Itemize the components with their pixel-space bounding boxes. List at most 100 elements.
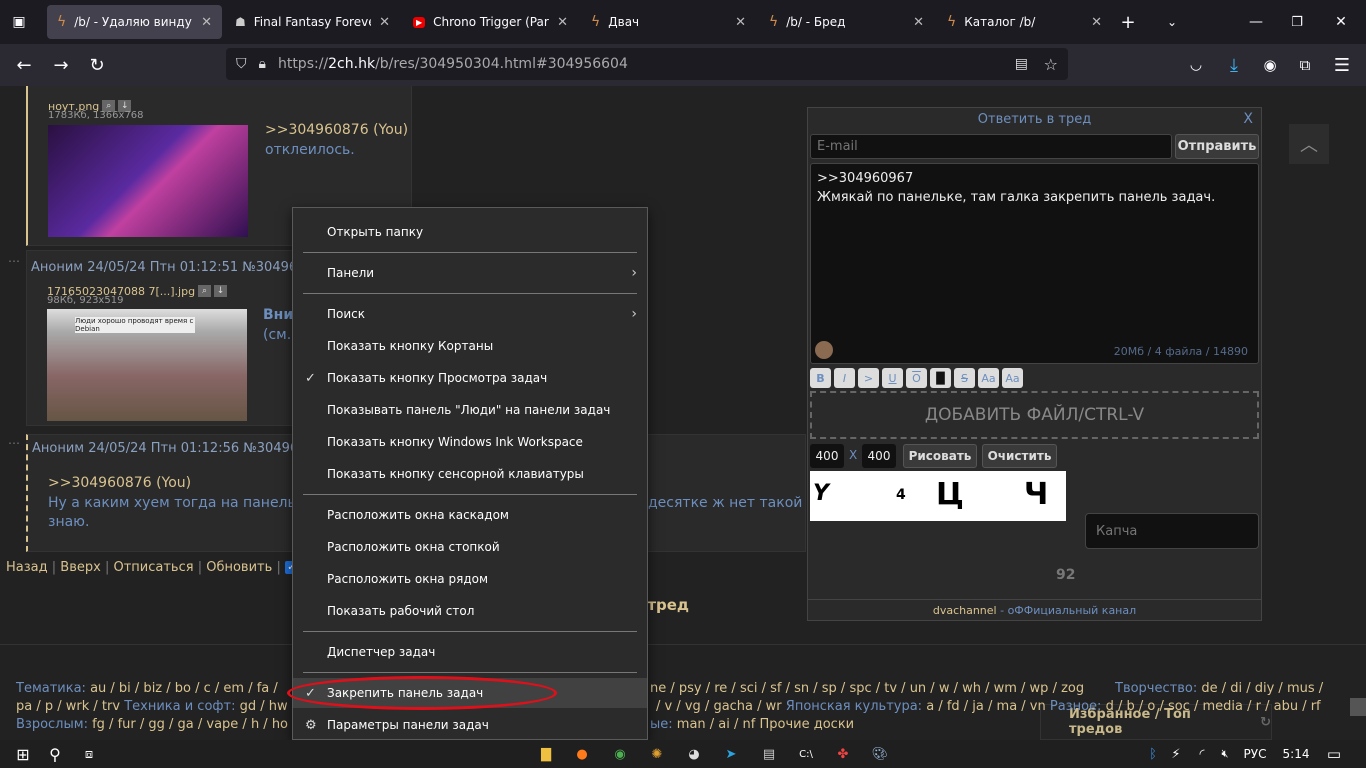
menu-item[interactable]: ✓ Показать кнопку Просмотра задач (293, 363, 647, 393)
clear-button[interactable]: Очистить (982, 444, 1057, 468)
telegram-icon[interactable]: ➤ (719, 740, 743, 768)
menu-item[interactable]: Показать кнопку сенсорной клавиатуры (293, 459, 647, 489)
pocket-icon[interactable]: ◡ (1181, 44, 1211, 86)
captcha-input[interactable] (1085, 513, 1259, 549)
up-link[interactable]: Вверх (60, 560, 101, 575)
close-window-icon[interactable]: ✕ (1326, 0, 1356, 44)
back-link[interactable]: Назад (6, 560, 48, 575)
minimize-icon[interactable]: — (1241, 0, 1271, 44)
forward-icon[interactable]: → (46, 44, 76, 86)
back-icon[interactable]: ← (9, 44, 39, 86)
menu-item[interactable]: Показать кнопку Windows Ink Workspace (293, 427, 647, 457)
email-field[interactable] (810, 134, 1172, 159)
steam-icon[interactable]: ◕ (682, 740, 706, 768)
menu-item[interactable]: Открыть папку (293, 217, 647, 247)
firefox-icon[interactable]: ● (570, 740, 594, 768)
unsubscribe-link[interactable]: Отписаться (113, 560, 193, 575)
download-file-icon[interactable]: ↓ (214, 284, 228, 297)
notifications-icon[interactable]: ▭ (1322, 740, 1346, 768)
tab-3[interactable]: ▶Chrono Trigger (Part 87✕ (403, 5, 578, 39)
underline-button[interactable]: U (882, 368, 903, 388)
app-icon[interactable]: ✤ (831, 740, 855, 768)
add-file-dropzone[interactable]: ДОБАВИТЬ ФАЙЛ/CTRL-V (810, 391, 1259, 439)
overline-button[interactable]: O (906, 368, 927, 388)
tab-4[interactable]: ϟ Двач ✕ (581, 5, 756, 39)
send-button[interactable]: Отправить (1175, 134, 1259, 159)
menu-item[interactable]: Расположить окна стопкой (293, 532, 647, 562)
menu-icon[interactable]: ☰ (1327, 44, 1357, 86)
windows-start-icon[interactable]: ⊞ (8, 740, 38, 768)
search-icon[interactable]: ⚲ (40, 740, 70, 768)
refresh-link[interactable]: Обновить (206, 560, 272, 575)
reload-icon[interactable]: ↻ (82, 44, 112, 86)
new-tab-icon[interactable]: + (1113, 0, 1143, 44)
paint-icon[interactable]: 🎨︎ (868, 740, 892, 768)
bluetooth-icon[interactable]: ᛒ (1145, 740, 1161, 768)
draw-button[interactable]: Рисовать (903, 444, 977, 468)
task-view-icon[interactable]: ⧈ (74, 740, 104, 768)
account-icon[interactable]: ◉ (1255, 44, 1285, 86)
close-tab-icon[interactable]: ✕ (735, 15, 746, 30)
shield-icon[interactable]: ⛉ (236, 56, 247, 72)
tab-list-chevron-icon[interactable]: ⌄ (1157, 0, 1187, 44)
menu-item[interactable]: Панели › (293, 258, 647, 288)
scroll-top-button[interactable]: ︿ (1289, 124, 1329, 164)
lock-icon[interactable]: 🔒︎ (259, 56, 266, 72)
clock[interactable]: 5:14 (1278, 740, 1314, 768)
notepad-icon[interactable]: ▤ (757, 740, 781, 768)
post-menu-dots[interactable]: ⋯ (8, 254, 20, 268)
reply-quote-link[interactable]: >>304960876 (You) (265, 122, 408, 138)
file-explorer-icon[interactable]: ▇ (534, 740, 558, 768)
close-tab-icon[interactable]: ✕ (557, 15, 568, 30)
reader-mode-icon[interactable]: ▤ (1015, 56, 1028, 72)
menu-item[interactable]: Показать кнопку Кортаны (293, 331, 647, 361)
tab-5[interactable]: ϟ/b/ - Бред ✕ (759, 5, 934, 39)
menu-item[interactable]: Расположить окна каскадом (293, 500, 647, 530)
superscript-button[interactable]: Aa (978, 368, 999, 388)
tab-1[interactable]: ϟ/b/ - Удаляю винду и ✕ (47, 5, 222, 39)
tab-6[interactable]: ϟ Каталог /b/✕ (937, 5, 1112, 39)
quote-button[interactable]: > (858, 368, 879, 388)
menu-item[interactable]: Показать рабочий стол (293, 596, 647, 626)
close-form-button[interactable]: X (1243, 111, 1253, 127)
bookmark-star-icon[interactable]: ☆ (1044, 55, 1058, 74)
menu-item[interactable]: Расположить окна рядом (293, 564, 647, 594)
italic-button[interactable]: I (834, 368, 855, 388)
post-image-thumbnail[interactable]: Люди хорошо проводят время с Debian (47, 309, 247, 421)
subscript-button[interactable]: Aa (1002, 368, 1023, 388)
windows-taskbar[interactable]: ⊞ ⚲ ⧈ ▇ ● ◉ ✺ ◕ ➤ ▤ C:\ ✤ 🎨︎ ᛒ ⚡︎ ◜ 🔇︎ Р… (0, 740, 1366, 768)
bold-button[interactable]: B (810, 368, 831, 388)
message-textarea[interactable]: >>304960967 Жмякай по панельке, там галк… (810, 163, 1259, 364)
search-image-icon[interactable]: ⌕ (198, 284, 212, 297)
strike-button[interactable]: S (954, 368, 975, 388)
post-image-thumbnail[interactable] (48, 125, 248, 237)
power-icon[interactable]: ⚡︎ (1166, 740, 1186, 768)
menu-item[interactable]: Показывать панель "Люди" на панели задач (293, 395, 647, 425)
close-tab-icon[interactable]: ✕ (1091, 15, 1102, 30)
cmd-icon[interactable]: C:\ (794, 740, 818, 768)
extensions-icon[interactable]: ⧉ (1290, 44, 1320, 86)
post-text: (см. (263, 327, 292, 343)
close-tab-icon[interactable]: ✕ (913, 15, 924, 30)
post-menu-dots[interactable]: ⋯ (8, 436, 20, 450)
footer-link[interactable]: dvachannel - оФФициальный канал (808, 604, 1261, 617)
draw-width-input[interactable]: 400 (810, 444, 844, 468)
volume-muted-icon[interactable]: 🔇︎ (1214, 740, 1236, 768)
game-icon[interactable]: ✺ (645, 740, 669, 768)
menu-item[interactable]: Поиск › (293, 299, 647, 329)
tab-overview-icon[interactable]: ▣ (4, 0, 34, 44)
reply-quote-link[interactable]: >>304960876 (You) (48, 475, 191, 491)
tab-2[interactable]: ☗Final Fantasy Forever ::✕ (225, 5, 400, 39)
spoiler-button[interactable]: █ (930, 368, 951, 388)
menu-item[interactable]: ⚙ Параметры панели задач (293, 710, 647, 740)
wifi-icon[interactable]: ◜ (1192, 740, 1212, 768)
menu-item[interactable]: Диспетчер задач (293, 637, 647, 667)
draw-height-input[interactable]: 400 (862, 444, 896, 468)
download-icon[interactable]: ⤓ (1219, 44, 1249, 86)
close-tab-icon[interactable]: ✕ (201, 15, 212, 30)
language-indicator[interactable]: РУС (1240, 740, 1270, 768)
url-bar[interactable]: ⛉ 🔒︎ https://2ch.hk/b/res/304950304.html… (226, 48, 1068, 80)
restore-icon[interactable]: ❐ (1282, 0, 1312, 44)
close-tab-icon[interactable]: ✕ (379, 15, 390, 30)
chrome-icon[interactable]: ◉ (608, 740, 632, 768)
